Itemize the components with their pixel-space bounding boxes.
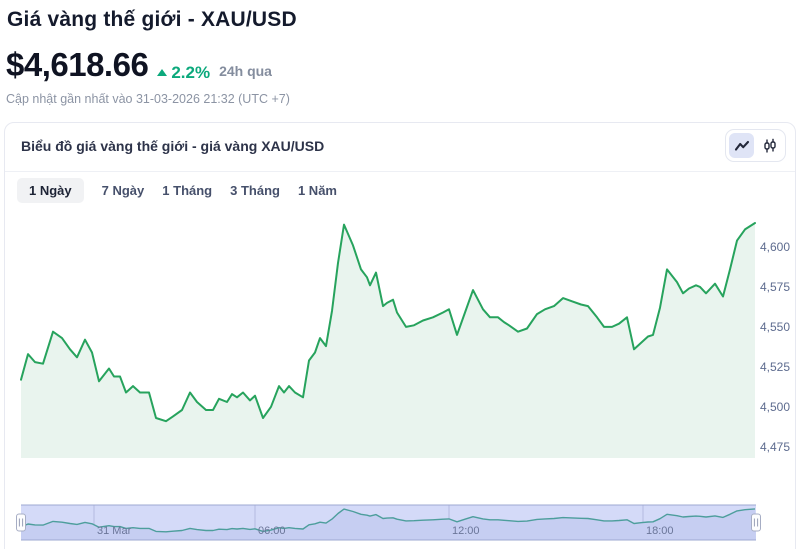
y-axis-tick-label: 4,600	[760, 240, 790, 254]
tab-3-months[interactable]: 3 Tháng	[230, 178, 280, 203]
candlestick-chart-button[interactable]	[757, 133, 782, 158]
last-updated-text: Cập nhật gần nhất vào 31-03-2026 21:32 (…	[6, 92, 290, 106]
chart-navigator[interactable]	[21, 505, 756, 540]
y-axis-tick-label: 4,575	[760, 280, 790, 294]
line-chart-icon	[734, 138, 750, 154]
line-chart-button[interactable]	[729, 133, 754, 158]
chart-plot-area[interactable]	[21, 215, 755, 458]
page-title: Giá vàng thế giới - XAU/USD	[7, 8, 297, 32]
price-change: 2.2%	[157, 63, 210, 83]
divider	[5, 171, 795, 172]
candlestick-icon	[762, 138, 778, 154]
tab-7-days[interactable]: 7 Ngày	[102, 178, 145, 203]
price-row: $4,618.66 2.2% 24h qua	[6, 46, 272, 84]
chart-card-title: Biểu đồ giá vàng thế giới - giá vàng XAU…	[21, 138, 324, 154]
y-axis-tick-label: 4,525	[760, 360, 790, 374]
change-period: 24h qua	[219, 63, 272, 79]
y-axis-tick-label: 4,475	[760, 440, 790, 454]
chart-type-toggle	[725, 129, 786, 162]
up-arrow-icon	[157, 69, 167, 76]
tab-1-year[interactable]: 1 Năm	[298, 178, 337, 203]
time-range-tabs: 1 Ngày 7 Ngày 1 Tháng 3 Tháng 1 Năm	[17, 178, 337, 203]
y-axis-tick-label: 4,500	[760, 400, 790, 414]
y-axis-tick-label: 4,550	[760, 320, 790, 334]
tab-1-month[interactable]: 1 Tháng	[162, 178, 212, 203]
gold-price-page: Giá vàng thế giới - XAU/USD $4,618.66 2.…	[0, 0, 800, 549]
change-percent: 2.2%	[171, 63, 210, 83]
tab-1-day[interactable]: 1 Ngày	[17, 178, 84, 203]
current-price: $4,618.66	[6, 46, 148, 84]
